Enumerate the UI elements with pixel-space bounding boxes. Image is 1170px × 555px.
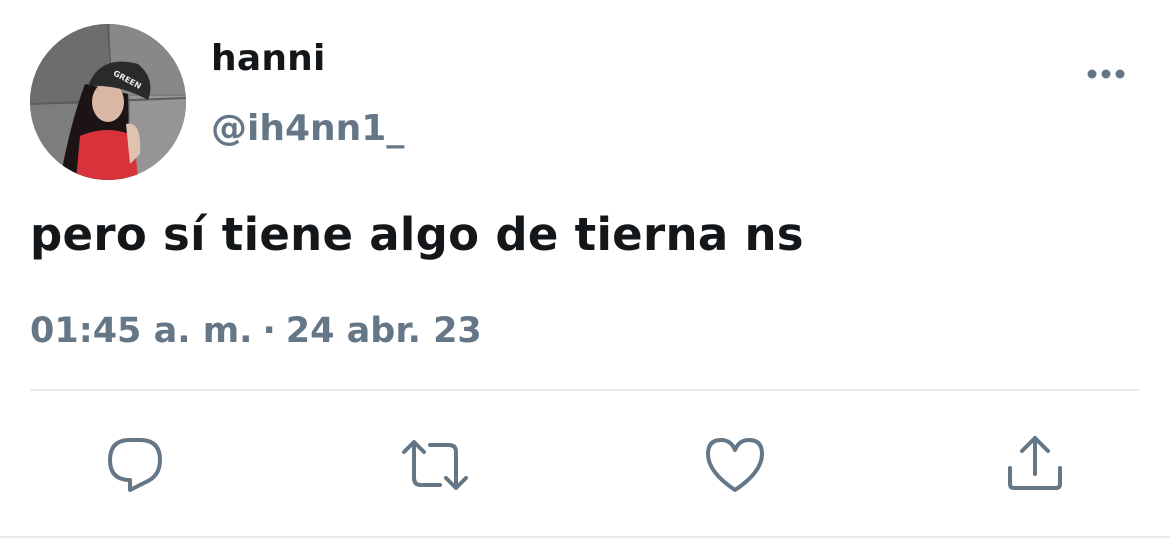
bottom-divider: [0, 536, 1170, 538]
tweet-text: pero sí tiene algo de tierna ns: [30, 208, 804, 261]
tweet-date: 24 abr. 23: [285, 311, 482, 351]
reply-icon: [108, 438, 162, 492]
tweet-time: 01:45 a. m.: [30, 311, 253, 351]
divider: [30, 389, 1140, 391]
share-button[interactable]: [1000, 430, 1070, 500]
avatar[interactable]: GREEN: [30, 24, 186, 180]
display-name[interactable]: hanni: [211, 38, 326, 79]
share-icon: [1008, 436, 1062, 490]
reply-button[interactable]: [100, 430, 170, 500]
heart-icon: [706, 438, 764, 492]
user-handle[interactable]: @ih4nn1_: [211, 108, 404, 149]
more-options-button[interactable]: [1082, 56, 1130, 92]
date-separator: ·: [262, 311, 276, 351]
tweet-timestamp[interactable]: 01:45 a. m. · 24 abr. 23: [30, 311, 482, 351]
more-horizontal-icon: [1087, 69, 1125, 79]
tweet-card: GREEN hanni @ih4nn1_ pero sí tiene algo …: [0, 0, 1170, 555]
avatar-photo: GREEN: [30, 24, 186, 180]
retweet-icon: [402, 440, 468, 490]
like-button[interactable]: [700, 430, 770, 500]
retweet-button[interactable]: [400, 430, 470, 500]
action-bar: [0, 430, 1170, 500]
